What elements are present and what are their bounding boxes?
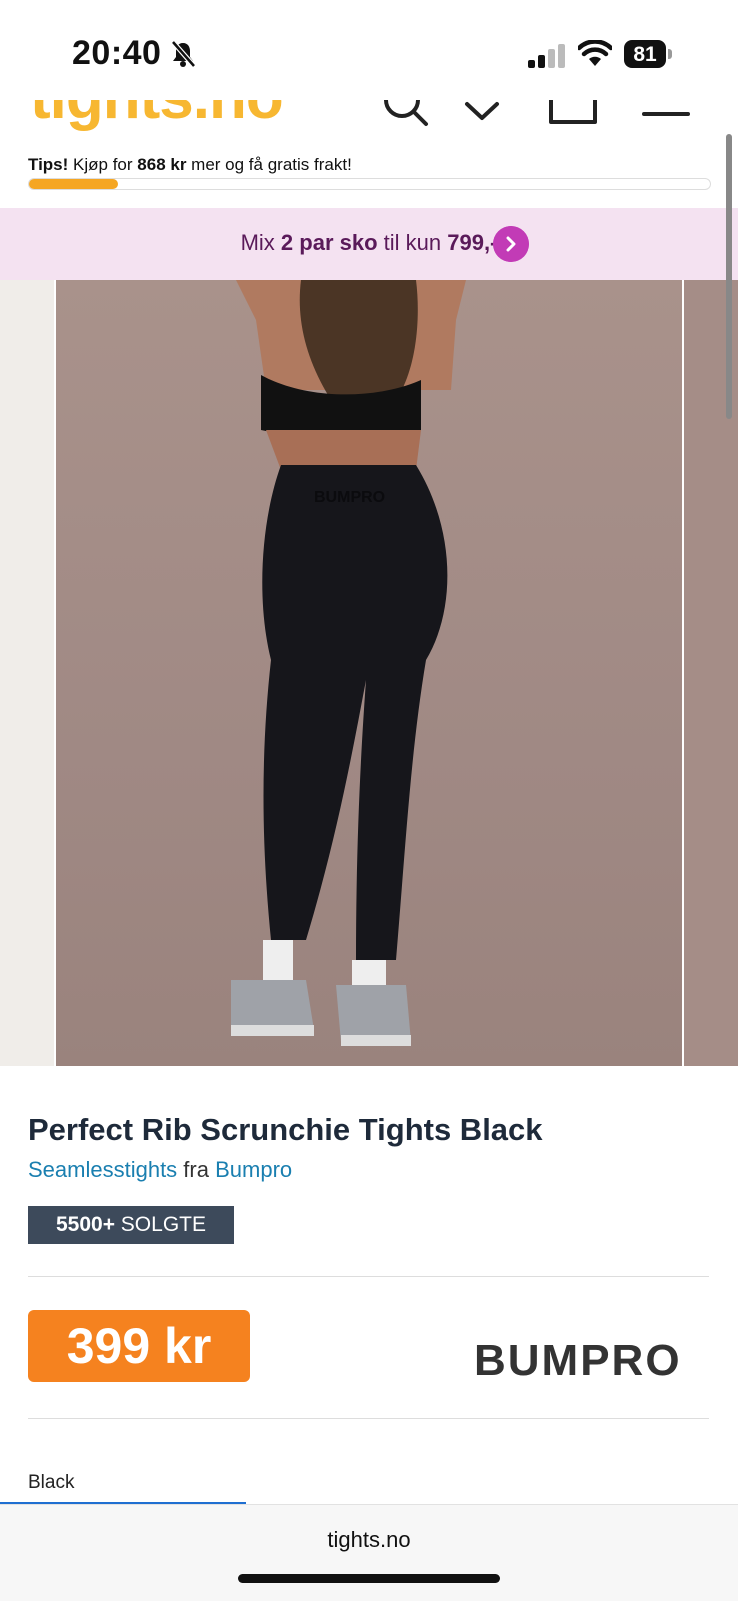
free-shipping-progress xyxy=(28,178,711,190)
color-tab-label[interactable]: Black xyxy=(28,1472,74,1494)
free-shipping-progress-fill xyxy=(29,179,118,189)
product-breadcrumb: Seamlesstights fra Bumpro xyxy=(28,1157,292,1183)
heart-icon[interactable] xyxy=(464,100,500,128)
promo-text: Mix 2 par sko til kun 799,- xyxy=(0,230,738,256)
brand-logo[interactable]: BUMPRO xyxy=(474,1336,682,1386)
tips-text-pre: Kjøp for xyxy=(68,155,138,174)
divider xyxy=(28,1418,709,1419)
chevron-right-icon[interactable] xyxy=(493,226,529,262)
product-image[interactable]: BUMPRO xyxy=(56,280,682,1066)
product-photo-illustration: BUMPRO xyxy=(231,280,466,1046)
site-logo[interactable]: tights.no xyxy=(30,100,284,133)
brand-link[interactable]: Bumpro xyxy=(215,1157,292,1182)
product-title: Perfect Rib Scrunchie Tights Black xyxy=(28,1112,543,1147)
cellular-signal-icon xyxy=(528,44,565,68)
tips-text-post: mer og få gratis frakt! xyxy=(186,155,352,174)
site-header: tights.no Tips! Kjøp for 868 kr mer og f… xyxy=(0,100,738,208)
search-icon[interactable] xyxy=(382,100,430,128)
waistband-brand-text: BUMPRO xyxy=(314,489,385,506)
price-badge: 399 kr xyxy=(28,1310,250,1382)
gallery-prev-image[interactable] xyxy=(0,280,54,1066)
bell-muted-icon xyxy=(171,40,196,68)
sold-count-badge: 5500+ SOLGTE xyxy=(28,1206,234,1244)
divider xyxy=(28,1276,709,1277)
product-gallery[interactable]: BUMPRO xyxy=(0,280,738,1066)
breadcrumb-separator: fra xyxy=(177,1157,216,1182)
status-bar: 20:40 81 xyxy=(0,0,738,100)
tips-amount: 868 kr xyxy=(137,155,187,174)
promo-text-part1: Mix xyxy=(240,230,281,255)
wifi-icon xyxy=(578,40,612,66)
sold-count: 5500+ xyxy=(55,1213,115,1236)
free-shipping-tip: Tips! Kjøp for 868 kr mer og få gratis f… xyxy=(28,155,352,175)
browser-url-bar[interactable]: tights.no xyxy=(0,1504,738,1601)
tips-label: Tips! xyxy=(28,155,69,174)
cart-icon[interactable] xyxy=(548,100,600,128)
battery-indicator: 81 xyxy=(624,40,672,68)
promo-text-part3: til kun xyxy=(377,230,448,255)
promo-banner[interactable]: Mix 2 par sko til kun 799,- xyxy=(0,208,738,280)
battery-level: 81 xyxy=(633,43,657,66)
url-text[interactable]: tights.no xyxy=(0,1527,738,1553)
category-link[interactable]: Seamlesstights xyxy=(28,1157,177,1182)
sold-label: SOLGTE xyxy=(114,1213,206,1236)
promo-text-part4: 799,- xyxy=(447,230,498,255)
menu-icon[interactable] xyxy=(642,100,690,128)
scrollbar[interactable] xyxy=(726,134,732,419)
home-indicator[interactable] xyxy=(238,1574,500,1583)
promo-text-part2: 2 par sko xyxy=(280,230,378,255)
status-time: 20:40 xyxy=(72,34,162,72)
